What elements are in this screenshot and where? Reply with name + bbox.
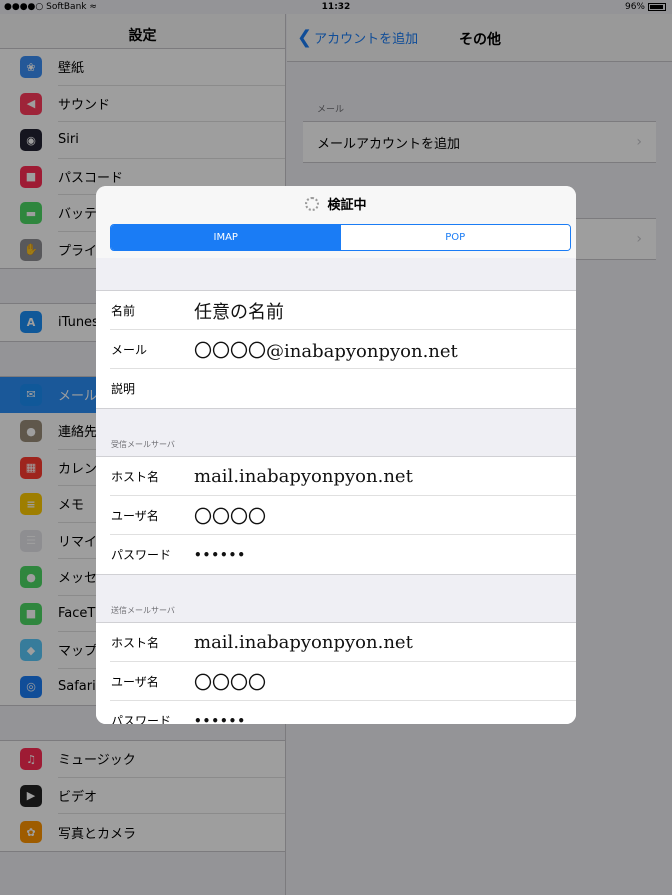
sheet-body: 名前 任意の名前メール 〇〇〇〇@inabapyonpyon.net 説明 受信メール…	[96, 258, 576, 724]
incoming-server-header: 受信メールサーバ	[111, 440, 175, 449]
outgoing-host-field[interactable]: mail.inabapyonpyon.net	[194, 632, 413, 653]
email-field[interactable]: 〇〇〇〇@inabapyonpyon.net	[194, 337, 458, 363]
name-row: 名前 任意の名前	[96, 291, 576, 330]
outgoing-host-row: ホスト名 mail.inabapyonpyon.net	[96, 623, 576, 662]
description-label: 説明	[111, 382, 136, 396]
incoming-username-row: ユーザ名 〇〇〇〇	[96, 496, 576, 535]
sheet-header: 検証中	[96, 186, 576, 226]
incoming-host-row: ホスト名 mail.inabapyonpyon.net	[96, 457, 576, 496]
account-fields: 名前 任意の名前メール 〇〇〇〇@inabapyonpyon.net 説明	[96, 290, 576, 409]
outgoing-password-label: パスワード	[111, 714, 172, 724]
incoming-host-label: ホスト名	[111, 470, 160, 484]
sheet-title-text: 検証中	[327, 198, 367, 213]
description-row: 説明	[96, 369, 576, 408]
incoming-username-label: ユーザ名	[111, 509, 159, 523]
name-field[interactable]: 任意の名前	[194, 298, 284, 324]
outgoing-password-row: パスワード ••••••	[96, 701, 576, 725]
email-label: メール	[111, 343, 148, 357]
account-verify-sheet: 検証中 IMAP POP 名前 任意の名前メール 〇〇〇〇@inabapyonpyo…	[96, 186, 576, 724]
activity-spinner-icon	[305, 196, 320, 211]
sheet-title: 検証中	[96, 194, 576, 213]
incoming-server-fields: ホスト名 mail.inabapyonpyon.net ユーザ名 〇〇〇〇パスワード •…	[96, 456, 576, 575]
outgoing-server-fields: ホスト名 mail.inabapyonpyon.net ユーザ名 〇〇〇〇パスワード •…	[96, 622, 576, 724]
incoming-password-row: パスワード ••••••	[96, 535, 576, 574]
email-row: メール 〇〇〇〇@inabapyonpyon.net	[96, 330, 576, 369]
outgoing-username-field[interactable]: 〇〇〇〇	[194, 669, 266, 695]
segment-imap[interactable]: IMAP	[111, 225, 341, 250]
incoming-host-field[interactable]: mail.inabapyonpyon.net	[194, 466, 413, 487]
incoming-password-label: パスワード	[111, 548, 172, 562]
outgoing-username-row: ユーザ名 〇〇〇〇	[96, 662, 576, 701]
name-label: 名前	[111, 304, 136, 318]
incoming-username-field[interactable]: 〇〇〇〇	[194, 503, 266, 529]
outgoing-server-header: 送信メールサーバ	[111, 606, 175, 615]
ipad-screen: ●●●●○ SoftBank ≈ 11:32 96% 設定 ❀ 壁紙 ◀ サウンド ◉ S…	[0, 0, 672, 895]
outgoing-password-field[interactable]: ••••••	[194, 714, 246, 725]
outgoing-username-label: ユーザ名	[111, 675, 159, 689]
protocol-segmented-control: IMAP POP	[110, 224, 571, 251]
incoming-password-field[interactable]: ••••••	[194, 548, 246, 562]
outgoing-host-label: ホスト名	[111, 636, 160, 650]
segment-pop[interactable]: POP	[340, 225, 570, 250]
